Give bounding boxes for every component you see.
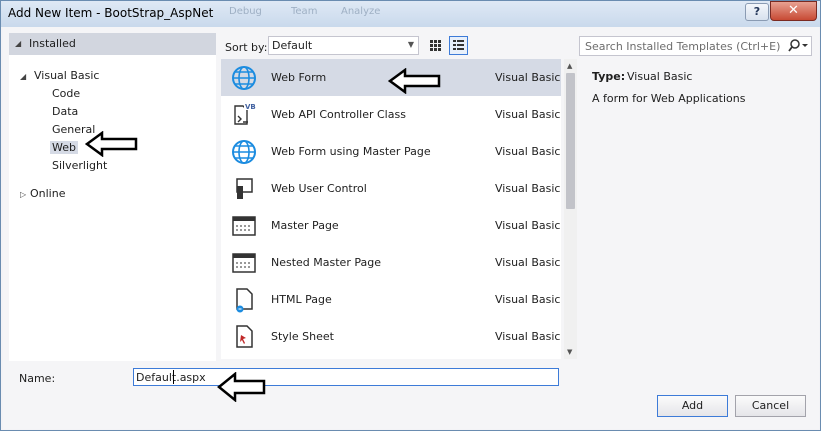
- vb-class-icon: VB: [234, 102, 256, 125]
- scroll-up-icon[interactable]: ▲: [567, 62, 572, 70]
- title-bar[interactable]: Add New Item - BootStrap_AspNet Debug Te…: [1, 1, 820, 27]
- category-tree: ◢ Installed ◢ Visual Basic Code Data Gen…: [9, 33, 216, 361]
- collapse-triangle-icon[interactable]: ◢: [15, 39, 21, 48]
- expand-triangle-icon[interactable]: ◢: [20, 72, 26, 81]
- add-new-item-dialog: Add New Item - BootStrap_AspNet Debug Te…: [0, 0, 821, 431]
- list-item[interactable]: HTML Page Visual Basic: [221, 281, 561, 318]
- name-field[interactable]: Default.aspx: [133, 368, 559, 386]
- template-name: Nested Master Page: [271, 256, 381, 269]
- template-name: Style Sheet: [271, 330, 334, 343]
- template-description: A form for Web Applications: [592, 92, 746, 105]
- template-language: Visual Basic: [495, 108, 561, 121]
- type-label: Type:: [592, 70, 626, 83]
- installed-label: Installed: [29, 37, 76, 50]
- text-caret: [173, 370, 174, 384]
- tree-item-silverlight[interactable]: Silverlight: [52, 159, 107, 172]
- template-details: Type: Visual Basic A form for Web Applic…: [579, 59, 812, 359]
- annotation-arrow-icon: [388, 68, 441, 94]
- name-label: Name:: [19, 372, 56, 385]
- close-button[interactable]: ✕: [770, 1, 817, 21]
- search-input[interactable]: Search Installed Templates (Ctrl+E): [585, 40, 780, 53]
- style-sheet-icon: [236, 325, 253, 348]
- user-control-icon: [236, 178, 253, 199]
- template-name: Web API Controller Class: [271, 108, 406, 121]
- template-language: Visual Basic: [495, 71, 561, 84]
- master-page-icon: [232, 216, 256, 236]
- template-language: Visual Basic: [495, 145, 561, 158]
- template-name: Master Page: [271, 219, 339, 232]
- template-language: Visual Basic: [495, 293, 561, 306]
- expand-triangle-icon[interactable]: ▷: [20, 190, 26, 199]
- list-view-icon: [453, 40, 464, 50]
- installed-header[interactable]: ◢ Installed: [9, 33, 216, 55]
- tree-item-data[interactable]: Data: [52, 105, 78, 118]
- html-page-icon: [236, 288, 253, 313]
- background-menu-text: Team: [291, 6, 318, 17]
- template-language: Visual Basic: [495, 219, 561, 232]
- list-item[interactable]: Master Page Visual Basic: [221, 207, 561, 244]
- template-name: HTML Page: [271, 293, 332, 306]
- scroll-down-icon[interactable]: ▼: [567, 348, 572, 356]
- annotation-arrow-icon: [217, 372, 266, 402]
- background-menu-text: Analyze: [341, 6, 381, 17]
- template-list-scrollbar[interactable]: ▲ ▼: [564, 59, 577, 359]
- template-name: Web Form using Master Page: [271, 145, 431, 158]
- list-item[interactable]: Web User Control Visual Basic: [221, 170, 561, 207]
- template-name: Web User Control: [271, 182, 367, 195]
- background-menu-text: Debug: [229, 6, 262, 17]
- list-view-button[interactable]: [449, 36, 468, 55]
- list-item[interactable]: Nested Master Page Visual Basic: [221, 244, 561, 281]
- list-item[interactable]: VB Web API Controller Class Visual Basic: [221, 96, 561, 133]
- tree-item-online[interactable]: Online: [30, 187, 65, 200]
- globe-icon: [232, 140, 256, 164]
- type-value: Visual Basic: [627, 70, 693, 83]
- sort-by-label: Sort by:: [225, 41, 268, 54]
- help-button[interactable]: ?: [745, 3, 769, 21]
- small-icons-view-button[interactable]: [426, 36, 445, 55]
- cancel-button[interactable]: Cancel: [735, 395, 806, 417]
- list-item[interactable]: Style Sheet Visual Basic: [221, 318, 561, 355]
- list-item[interactable]: Web Form using Master Page Visual Basic: [221, 133, 561, 170]
- add-button[interactable]: Add: [657, 395, 728, 417]
- svg-text:VB: VB: [245, 103, 256, 111]
- template-language: Visual Basic: [495, 330, 561, 343]
- annotation-arrow-icon: [85, 131, 138, 157]
- master-page-icon: [232, 253, 256, 273]
- template-language: Visual Basic: [495, 182, 561, 195]
- tree-item-web[interactable]: Web: [50, 141, 78, 154]
- search-installed-templates[interactable]: Search Installed Templates (Ctrl+E): [579, 36, 812, 56]
- grid-view-icon: [430, 40, 441, 51]
- chevron-down-icon: ▼: [407, 40, 414, 49]
- template-language: Visual Basic: [495, 256, 561, 269]
- window-title: Add New Item - BootStrap_AspNet: [8, 6, 214, 20]
- name-field-value[interactable]: Default.aspx: [136, 371, 206, 384]
- tree-item-code[interactable]: Code: [52, 87, 80, 100]
- template-name: Web Form: [271, 71, 327, 84]
- sort-value: Default: [272, 39, 313, 52]
- search-icon[interactable]: [787, 38, 809, 54]
- scrollbar-thumb[interactable]: [566, 73, 575, 209]
- template-list: Web Form Visual Basic VB Web API Control…: [221, 59, 561, 359]
- tree-item-visual-basic[interactable]: Visual Basic: [34, 69, 99, 82]
- globe-icon: [232, 66, 256, 90]
- sort-dropdown[interactable]: Default ▼: [268, 36, 419, 55]
